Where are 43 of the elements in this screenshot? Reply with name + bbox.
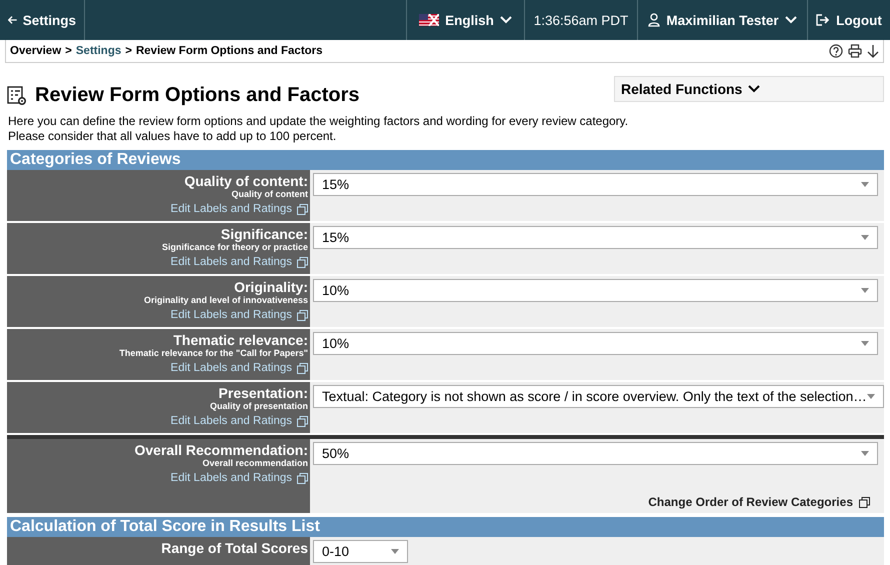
category-label: Significance: xyxy=(220,226,308,242)
weight-select[interactable]: 15% xyxy=(313,226,878,249)
breadcrumb-separator: > xyxy=(125,45,132,57)
language-menu[interactable]: English xyxy=(407,0,525,40)
category-description: Overall recommendation xyxy=(202,458,308,469)
breadcrumb-item: Review Form Options and Factors xyxy=(136,45,323,57)
weight-select[interactable]: 10% xyxy=(313,332,878,355)
change-order-link[interactable]: Change Order of Review Categories xyxy=(648,495,878,513)
section-header: Calculation of Total Score in Results List xyxy=(7,517,884,537)
clock-time: 1:36:56am PDT xyxy=(525,0,638,40)
breadcrumb-item: Overview xyxy=(10,45,62,57)
back-button[interactable]: Settings xyxy=(0,0,85,40)
weight-select[interactable]: 10% xyxy=(313,279,878,302)
edit-labels-link[interactable]: Edit Labels and Ratings xyxy=(170,256,308,268)
category-label: Quality of content: xyxy=(184,173,308,189)
intro-text: Please consider that all values have to add up to 100 percent. xyxy=(8,129,338,144)
weight-select[interactable]: 15% xyxy=(313,173,878,196)
weight-select[interactable]: Textual: Category is not shown as score / in score overview. Only the text of the selection… xyxy=(313,385,884,408)
category-label: Overall Recommendation: xyxy=(134,442,308,458)
edit-labels-link[interactable]: Edit Labels and Ratings xyxy=(170,415,308,427)
range-select[interactable]: 0-10 xyxy=(313,540,408,563)
breadcrumb-separator: > xyxy=(65,45,72,57)
category-description: Quality of presentation xyxy=(210,401,308,412)
category-description: Significance for theory or practice xyxy=(162,242,308,253)
field-label: Range of Total Scores xyxy=(161,540,308,556)
edit-labels-link[interactable]: Edit Labels and Ratings xyxy=(170,203,308,215)
weight-select[interactable]: 50% xyxy=(313,442,878,465)
intro-text: Here you can define the review form options and update the weighting factors and wording for every review category. xyxy=(8,114,630,129)
category-label: Thematic relevance: xyxy=(173,332,308,348)
logout-button[interactable]: Logout xyxy=(808,0,890,40)
related-functions-dropdown[interactable]: Related Functions xyxy=(614,76,884,102)
breadcrumb-item[interactable]: Settings xyxy=(76,45,122,57)
category-label: Presentation: xyxy=(218,385,308,401)
category-description: Quality of content xyxy=(232,189,308,200)
category-description: Thematic relevance for the "Call for Papers" xyxy=(119,348,308,359)
edit-labels-link[interactable]: Edit Labels and Ratings xyxy=(170,362,308,374)
user-menu[interactable]: Maximilian Tester xyxy=(638,0,808,40)
section-header: Categories of Reviews xyxy=(7,150,884,170)
category-label: Originality: xyxy=(234,279,308,295)
category-description: Originality and level of innovativeness xyxy=(144,295,308,306)
edit-labels-link[interactable]: Edit Labels and Ratings xyxy=(170,309,308,321)
page-title: Review Form Options and Factors xyxy=(35,84,360,107)
edit-labels-link[interactable]: Edit Labels and Ratings xyxy=(170,472,308,484)
